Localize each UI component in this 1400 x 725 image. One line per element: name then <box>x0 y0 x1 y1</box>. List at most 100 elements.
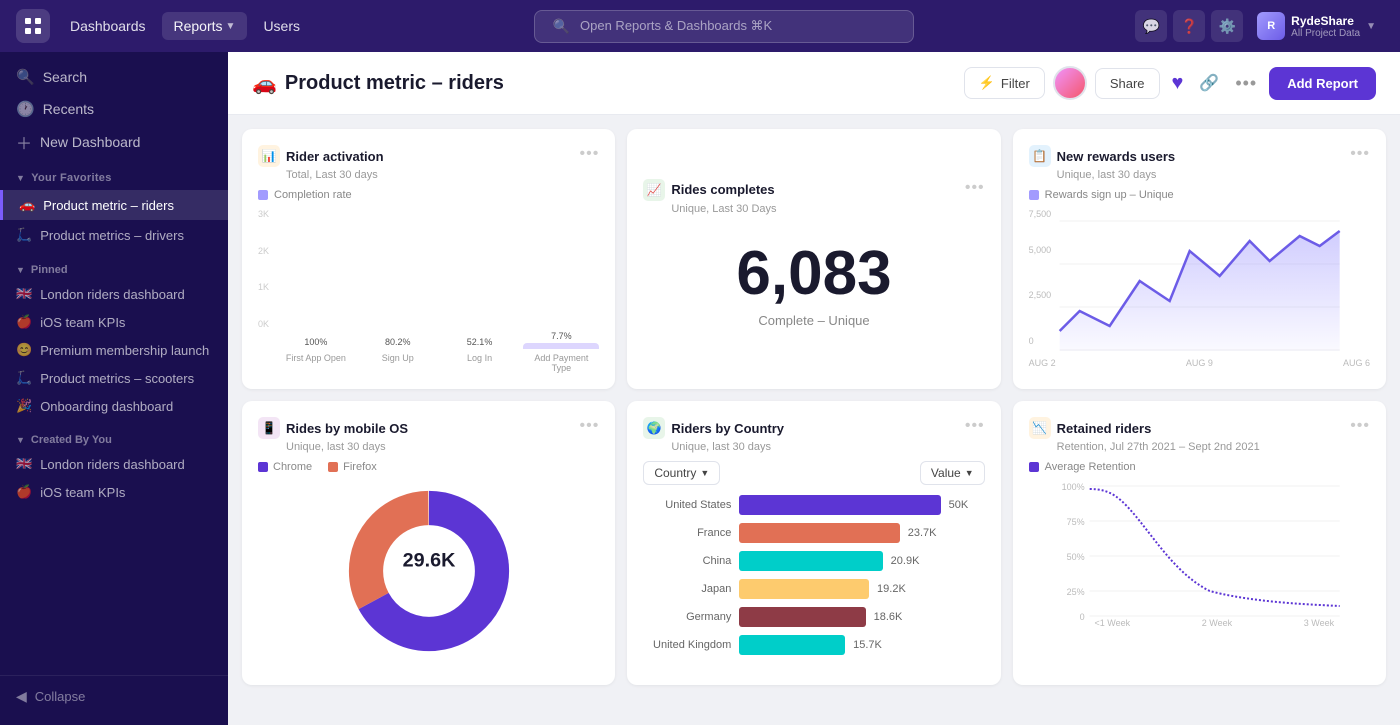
card-new-rewards: 📋 New rewards users Unique, last 30 days… <box>1013 129 1386 389</box>
value-dropdown[interactable]: Value ▼ <box>920 461 985 485</box>
user-info: RydeShare All Project Data <box>1291 14 1360 39</box>
share-button[interactable]: Share <box>1095 68 1160 99</box>
card-title-retained: Retained riders <box>1057 421 1152 436</box>
svg-text:0: 0 <box>1079 612 1084 621</box>
favorites-header[interactable]: ▼ Your Favorites <box>0 168 228 190</box>
card-title-country: Riders by Country <box>671 421 784 436</box>
pinned-header[interactable]: ▼ Pinned <box>0 258 228 280</box>
created-header[interactable]: ▼ Created By You <box>0 428 228 450</box>
card-more-icon[interactable]: ••• <box>965 179 985 197</box>
title-emoji: 🚗 <box>252 71 277 96</box>
country-bars: United States 50K France 23.7K China 20.… <box>643 495 984 655</box>
card-more-icon[interactable]: ••• <box>580 145 600 163</box>
rewards-legend: Rewards sign up – Unique <box>1045 189 1174 201</box>
nav-right: 💬 ❓ ⚙️ R RydeShare All Project Data ▼ <box>1135 8 1384 44</box>
sidebar-new-label: New Dashboard <box>40 134 140 150</box>
created-section: ▼ Created By You 🇬🇧London riders dashboa… <box>0 424 228 510</box>
link-icon[interactable]: 🔗 <box>1195 73 1223 93</box>
sidebar-recents[interactable]: 🕐 Recents <box>0 94 228 124</box>
card-rides-by-os: 📱 Rides by mobile OS Unique, last 30 day… <box>242 401 615 685</box>
card-retained-riders: 📉 Retained riders Retention, Jul 27th 20… <box>1013 401 1386 685</box>
help-icon-btn[interactable]: ❓ <box>1173 10 1205 42</box>
sidebar-item-pinned-4[interactable]: 🎉Onboarding dashboard <box>0 392 228 420</box>
fav-emoji-1: 🛴 <box>16 227 32 243</box>
nav-search-box[interactable]: 🔍 Open Reports & Dashboards ⌘K <box>534 10 914 43</box>
rewards-chart: 7,500 <box>1029 209 1370 368</box>
card-more-icon[interactable]: ••• <box>965 417 985 435</box>
card-rider-activation: 📊 Rider activation Total, Last 30 days •… <box>242 129 615 389</box>
nav-logo[interactable] <box>16 9 50 43</box>
collapse-icon: ◀ <box>16 688 27 705</box>
add-report-button[interactable]: Add Report <box>1269 67 1376 100</box>
sidebar-search[interactable]: 🔍 Search <box>0 52 228 94</box>
nav-item-dashboards[interactable]: Dashboards <box>58 12 158 40</box>
search-icon: 🔍 <box>16 68 35 86</box>
search-icon: 🔍 <box>553 18 570 35</box>
sidebar-item-pinned-3[interactable]: 🛴Product metrics – scooters <box>0 364 228 392</box>
user-area[interactable]: R RydeShare All Project Data ▼ <box>1249 8 1384 44</box>
card-subtitle-country: Unique, last 30 days <box>671 441 784 453</box>
card-subtitle-retained: Retention, Jul 27th 2021 – Sept 2nd 2021 <box>1057 441 1260 453</box>
activation-legend: Completion rate <box>274 189 352 201</box>
plus-icon: ＋ <box>16 130 32 154</box>
card-rides-completes: 📈 Rides completes Unique, Last 30 Days •… <box>627 129 1000 389</box>
nav-item-reports[interactable]: Reports ▼ <box>162 12 248 40</box>
page-title: 🚗 Product metric – riders <box>252 71 964 96</box>
card-more-icon[interactable]: ••• <box>1350 145 1370 163</box>
sidebar-new-dashboard[interactable]: ＋ New Dashboard <box>0 124 228 168</box>
main-header: 🚗 Product metric – riders ⚡ Filter Share… <box>228 52 1400 115</box>
chat-icon-btn[interactable]: 💬 <box>1135 10 1167 42</box>
favorites-section: ▼ Your Favorites 🚗 Product metric – ride… <box>0 168 228 254</box>
filter-icon: ⚡ <box>979 75 995 91</box>
chevron-down-icon: ▼ <box>226 21 236 32</box>
chevron-down-icon: ▼ <box>16 435 25 445</box>
sidebar: 🔍 Search 🕐 Recents ＋ New Dashboard ▼ You… <box>0 52 228 725</box>
card-title-os: Rides by mobile OS <box>286 421 408 436</box>
nav-search: 🔍 Open Reports & Dashboards ⌘K <box>316 10 1131 43</box>
retention-legend: Average Retention <box>1045 461 1136 473</box>
sidebar-item-pinned-0[interactable]: 🇬🇧London riders dashboard <box>0 280 228 308</box>
card-subtitle-activation: Total, Last 30 days <box>286 169 384 181</box>
retention-chart: 100% 75% 50% 25% 0 <1 Week 2 Week 3 Week <box>1029 481 1370 628</box>
fav-label-1: Product metrics – drivers <box>40 228 184 243</box>
nav-item-users[interactable]: Users <box>251 12 312 40</box>
card-more-icon[interactable]: ••• <box>580 417 600 435</box>
sidebar-item-fav-1[interactable]: 🛴 Product metrics – drivers <box>0 220 228 250</box>
card-subtitle-os: Unique, last 30 days <box>286 441 408 453</box>
user-sub: All Project Data <box>1291 28 1360 39</box>
fav-emoji-0: 🚗 <box>19 197 35 213</box>
settings-icon-btn[interactable]: ⚙️ <box>1211 10 1243 42</box>
svg-text:100%: 100% <box>1061 482 1084 492</box>
card-title-activation: Rider activation <box>286 149 384 164</box>
user-avatar: R <box>1257 12 1285 40</box>
sidebar-item-pinned-2[interactable]: 😊Premium membership launch <box>0 336 228 364</box>
card-more-icon[interactable]: ••• <box>1350 417 1370 435</box>
sidebar-item-created-0[interactable]: 🇬🇧London riders dashboard <box>0 450 228 478</box>
svg-text:25%: 25% <box>1066 587 1084 597</box>
sidebar-item-created-1[interactable]: 🍎iOS team KPIs <box>0 478 228 506</box>
more-icon[interactable]: ••• <box>1231 73 1261 94</box>
rides-big-number-sub: Complete – Unique <box>643 313 984 328</box>
filter-button[interactable]: ⚡ Filter <box>964 67 1045 99</box>
card-subtitle-rewards: Unique, last 30 days <box>1057 169 1176 181</box>
header-avatar <box>1053 66 1087 100</box>
sidebar-search-label: Search <box>43 69 87 85</box>
card-subtitle-rides: Unique, Last 30 Days <box>671 203 776 215</box>
heart-icon[interactable]: ♥ <box>1168 72 1188 95</box>
sidebar-collapse[interactable]: ◀ Collapse <box>0 675 228 717</box>
chevron-down-icon: ▼ <box>16 173 25 183</box>
top-nav: Dashboards Reports ▼ Users 🔍 Open Report… <box>0 0 1400 52</box>
pinned-section: ▼ Pinned 🇬🇧London riders dashboard 🍎iOS … <box>0 254 228 424</box>
rides-big-number: 6,083 <box>643 243 984 305</box>
user-name: RydeShare <box>1291 14 1360 28</box>
bar-chart-activation: 3K 2K 1K 0K 100% 80 <box>258 209 599 349</box>
clock-icon: 🕐 <box>16 100 35 118</box>
svg-text:75%: 75% <box>1066 517 1084 527</box>
chevron-down-icon: ▼ <box>1366 21 1376 32</box>
svg-text:50%: 50% <box>1066 552 1084 562</box>
sidebar-item-pinned-1[interactable]: 🍎iOS team KPIs <box>0 308 228 336</box>
sidebar-item-fav-0[interactable]: 🚗 Product metric – riders <box>0 190 228 220</box>
country-dropdown[interactable]: Country ▼ <box>643 461 720 485</box>
header-actions: ⚡ Filter Share ♥ 🔗 ••• Add Report <box>964 66 1376 100</box>
sidebar-recents-label: Recents <box>43 101 94 117</box>
